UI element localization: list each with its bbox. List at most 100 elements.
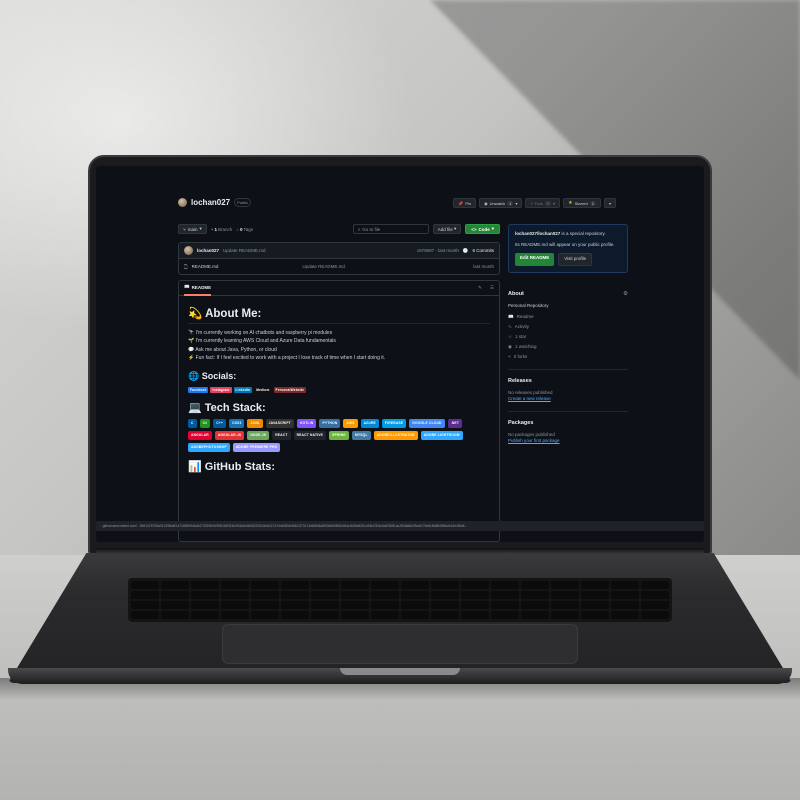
keyboard-key	[521, 611, 549, 619]
about-item-label: Activity	[514, 324, 530, 329]
keyboard-key	[491, 591, 519, 599]
starred-label: Starred	[574, 200, 588, 206]
repo-name[interactable]: lochan027	[191, 198, 230, 207]
about-item-forks[interactable]: ⑂ 0 forks	[508, 354, 628, 359]
tech-badge[interactable]: ADOBEPHOTOSHOP	[188, 442, 230, 452]
keyboard-key	[191, 591, 219, 599]
publish-package-link[interactable]: Publish your first package	[508, 438, 628, 443]
social-badge[interactable]: Facebook	[188, 386, 209, 393]
releases-title[interactable]: Releases	[508, 378, 628, 384]
gear-icon[interactable]: ⚙	[623, 291, 628, 297]
list-icon[interactable]: ☰	[490, 285, 494, 291]
code-button[interactable]: <> Code ▾	[465, 224, 500, 234]
tech-badge[interactable]: FIREBASE	[381, 418, 407, 428]
about-item-readme[interactable]: 📖 Readme	[508, 314, 628, 320]
keyboard-key	[431, 611, 459, 619]
tech-badge[interactable]: NODE.JS	[247, 430, 270, 440]
visit-profile-button[interactable]: Visit profile	[558, 253, 593, 266]
latest-commit-row: lochan027 Update README.md c879697 · las…	[179, 243, 499, 259]
tech-badge[interactable]: ADOBE LIGHTROOM	[420, 430, 463, 440]
about-item-stars[interactable]: ☆ 1 star	[508, 334, 628, 340]
tech-badge[interactable]: C++	[213, 418, 227, 428]
star-icon: ☆	[508, 333, 513, 339]
tech-badge[interactable]: .NET	[447, 418, 463, 428]
tech-badge[interactable]: JAVASCRIPT	[265, 418, 294, 428]
file-name[interactable]: README.md	[192, 264, 219, 269]
tech-badge[interactable]: REACT	[272, 430, 291, 440]
keyboard-key	[611, 611, 639, 619]
add-file-label: Add file	[437, 226, 453, 232]
about-item-activity[interactable]: ∿ Activity	[508, 324, 628, 330]
tech-badge[interactable]: CSS3	[229, 418, 245, 428]
tech-badge[interactable]: PYTHON	[319, 418, 341, 428]
tech-badge[interactable]: C	[188, 418, 197, 428]
fork-icon: ⑂	[508, 353, 511, 359]
tech-badge[interactable]: ANGULAR.JS	[214, 430, 245, 440]
keyboard-key	[251, 581, 279, 589]
social-badge[interactable]: PersonalWebsite	[273, 386, 307, 393]
readme-tools: ✎ ☰	[478, 285, 494, 291]
pin-button[interactable]: 📌 Pin	[453, 198, 477, 208]
tech-badge[interactable]: JAVA	[247, 418, 263, 428]
chevron-down-icon: ▾	[491, 226, 494, 231]
special-repo-buttons: Edit README Visit profile	[515, 253, 621, 266]
branches-link[interactable]: ⑂ 1 Branch	[211, 227, 232, 232]
file-row[interactable]: 🗋 README.md Update README.md last month	[179, 259, 499, 274]
edit-readme-button[interactable]: Edit README	[515, 253, 555, 266]
social-badge[interactable]: Medium	[254, 386, 272, 393]
keyboard-key	[251, 591, 279, 599]
tech-badge[interactable]: ADOBE PREMIERE PRO	[232, 442, 281, 452]
keyboard-key	[311, 611, 339, 619]
file-commit-message[interactable]: Update README.md	[302, 264, 345, 269]
tech-badge[interactable]: MYSQL	[351, 430, 371, 440]
commit-author[interactable]: lochan027	[197, 248, 219, 253]
avatar[interactable]	[178, 198, 187, 207]
chevron-down-icon: ▾	[553, 200, 556, 206]
about-item-label: 1 watching	[514, 344, 537, 349]
about-item-label: Readme	[516, 314, 534, 319]
keyboard-key	[311, 591, 339, 599]
fork-button[interactable]: ⑂ Fork 0 ▾	[525, 198, 561, 208]
social-badge[interactable]: Instagram	[210, 386, 232, 393]
add-file-button[interactable]: Add file ▾	[432, 224, 462, 234]
tech-badge[interactable]: C#	[199, 418, 211, 428]
keyboard-key	[161, 601, 189, 609]
pencil-icon[interactable]: ✎	[478, 285, 482, 291]
tech-badge[interactable]: KOTLIN	[297, 418, 317, 428]
keyboard-key	[521, 601, 549, 609]
repo-actions: 📌 Pin ◉ Unwatch 1 ▾ ⑂ Fork 0 ▾ ★ Starred 1 ▾	[453, 198, 616, 208]
tech-badge[interactable]: AWS	[343, 418, 358, 428]
tech-badge[interactable]: SPRING	[329, 430, 349, 440]
commits-count[interactable]: 6 Commits	[472, 248, 494, 253]
avatar[interactable]	[184, 246, 193, 255]
keyboard-key	[131, 581, 159, 589]
social-badge[interactable]: LinkedIn	[233, 386, 253, 393]
tags-link[interactable]: ⌂ 0 Tags	[236, 227, 253, 232]
branch-selector[interactable]: ⑂ main ▾	[178, 224, 207, 234]
link-status-bar: ...githubusercontent.com/...9b91476705a3…	[96, 521, 704, 531]
keyboard-key	[281, 591, 309, 599]
commit-message[interactable]: Update README.md	[223, 248, 266, 253]
keyboard-key	[401, 591, 429, 599]
tech-badge[interactable]: ADOBEILLUSTRATOR	[373, 430, 418, 440]
tech-badge[interactable]: AZURE	[360, 418, 379, 428]
keyboard-key	[311, 601, 339, 609]
packages-title[interactable]: Packages	[508, 420, 628, 426]
about-item-watching[interactable]: ◉ 1 watching	[508, 344, 628, 350]
commit-hash[interactable]: c879697 · last month	[417, 248, 459, 253]
keyboard-key	[401, 581, 429, 589]
keyboard-key	[401, 601, 429, 609]
book-icon: 📖	[508, 313, 514, 319]
starred-button[interactable]: ★ Starred 1	[563, 198, 601, 208]
create-release-link[interactable]: Create a new release	[508, 396, 628, 401]
bullet-line: 💬 Ask me about Java, Python, or cloud	[188, 346, 277, 353]
tab-readme[interactable]: 📖 README	[184, 281, 212, 296]
star-list-dropdown[interactable]: ▾	[603, 198, 616, 208]
tech-badge[interactable]: GOOGLE CLOUD	[409, 418, 445, 428]
chevron-down-icon: ▾	[199, 226, 202, 231]
unwatch-button[interactable]: ◉ Unwatch 1 ▾	[479, 198, 523, 208]
tech-badge[interactable]: ANGULAR	[188, 430, 212, 440]
tech-badge[interactable]: REACT NATIVE	[293, 430, 327, 440]
go-to-file-input[interactable]: ⌕ Go to file	[352, 224, 429, 234]
chevron-down-icon: ▾	[452, 226, 457, 231]
